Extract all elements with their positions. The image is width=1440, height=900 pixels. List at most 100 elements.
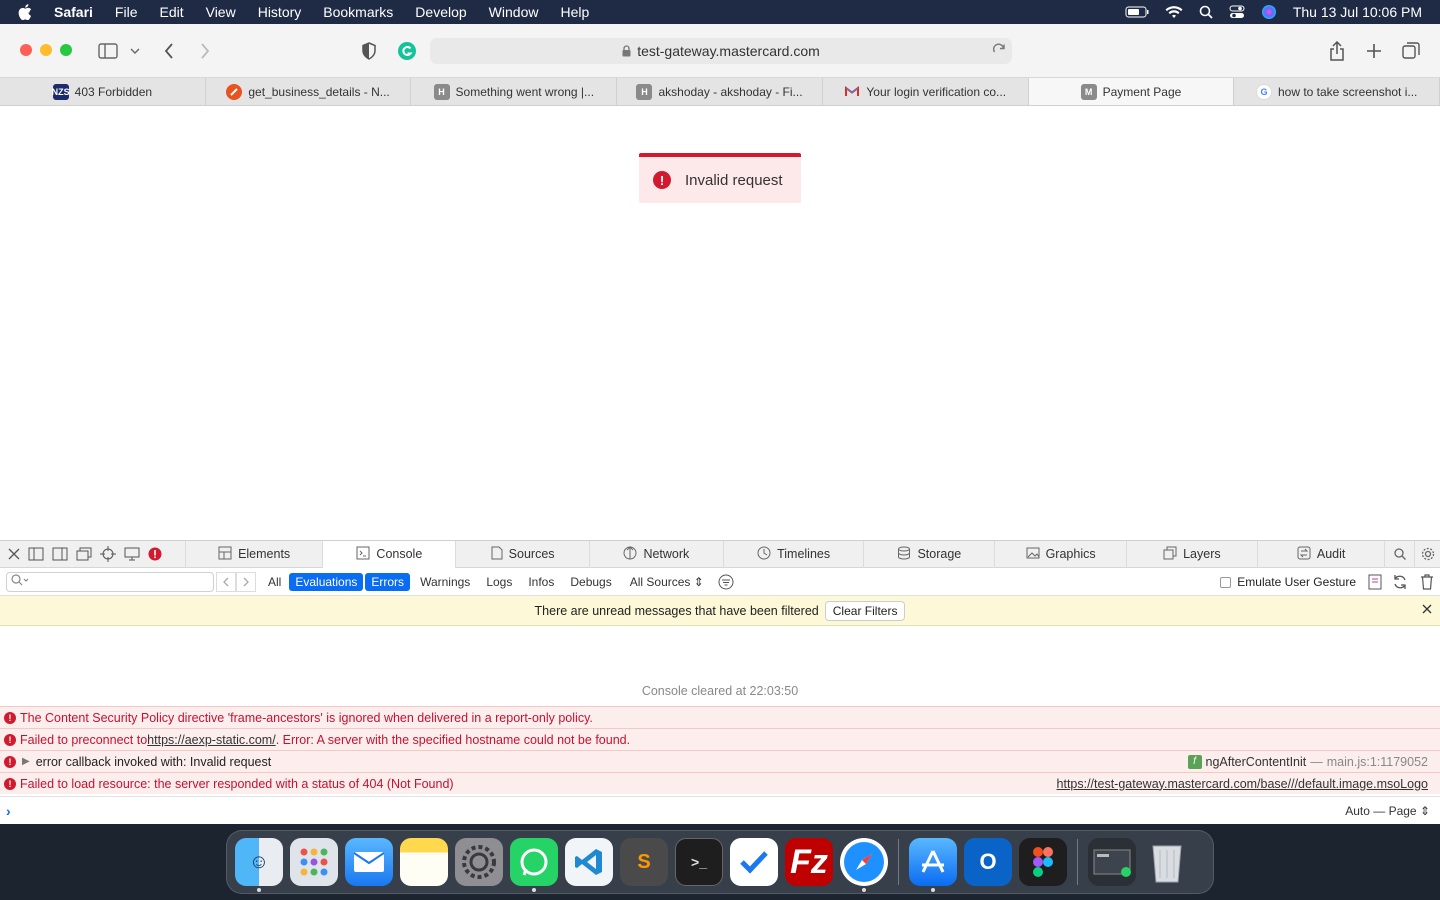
finder-icon[interactable]: ☺: [235, 838, 283, 892]
notes-icon[interactable]: [400, 838, 448, 886]
browser-tab[interactable]: Your login verification co...: [823, 78, 1029, 105]
control-center-icon[interactable]: [1229, 5, 1245, 19]
system-settings-icon[interactable]: [455, 838, 503, 886]
refresh-icon[interactable]: [1392, 574, 1408, 593]
filter-errors[interactable]: Errors: [365, 572, 411, 591]
app-store-icon[interactable]: [909, 838, 957, 892]
menu-history[interactable]: History: [258, 4, 302, 20]
element-picker-icon[interactable]: [100, 546, 116, 562]
reload-icon[interactable]: [992, 43, 1006, 60]
spotlight-search-icon[interactable]: [1199, 5, 1213, 19]
browser-tab[interactable]: H akshoday - akshoday - Fi...: [617, 78, 823, 105]
expand-triangle-icon[interactable]: ▶: [22, 756, 30, 767]
filter-evaluations[interactable]: Evaluations: [289, 572, 364, 591]
evaluate-icon[interactable]: [1368, 574, 1382, 593]
browser-tab[interactable]: G how to take screenshot i...: [1234, 78, 1440, 105]
browser-tab[interactable]: H Something went wrong |...: [411, 78, 618, 105]
privacy-shield-icon[interactable]: [358, 39, 380, 63]
wifi-icon[interactable]: [1165, 5, 1183, 19]
close-icon[interactable]: [1422, 603, 1432, 617]
tab-timelines[interactable]: Timelines: [722, 540, 863, 568]
dock-right-icon[interactable]: [52, 547, 68, 561]
tab-overview-icon[interactable]: [1400, 39, 1422, 63]
zoom-window-button[interactable]: [60, 44, 72, 56]
vscode-icon[interactable]: [565, 838, 613, 886]
minimize-window-button[interactable]: [40, 44, 52, 56]
share-icon[interactable]: [1326, 39, 1348, 63]
close-devtools-icon[interactable]: [8, 548, 20, 560]
menu-app-name[interactable]: Safari: [54, 4, 93, 20]
clear-console-icon[interactable]: [1420, 574, 1434, 593]
menu-view[interactable]: View: [206, 4, 236, 20]
console-message-link[interactable]: https://aexp-static.com/: [147, 733, 276, 747]
tab-audit[interactable]: Audit: [1257, 540, 1384, 568]
dock-bottom-icon[interactable]: [28, 547, 44, 561]
filter-warnings[interactable]: Warnings: [414, 573, 476, 591]
console-error-row[interactable]: ! Failed to preconnect to https://aexp-s…: [0, 728, 1440, 750]
tab-console[interactable]: Console: [322, 540, 456, 568]
menu-help[interactable]: Help: [560, 4, 589, 20]
browser-tab[interactable]: NZS 403 Forbidden: [0, 78, 206, 105]
tab-sources[interactable]: Sources: [455, 540, 588, 568]
execution-context-select[interactable]: Auto — Page ⇕: [1345, 804, 1430, 818]
trash-icon[interactable]: [1143, 838, 1191, 886]
console-error-row[interactable]: ! ▶ error callback invoked with: Invalid…: [0, 750, 1440, 772]
console-message-source[interactable]: f ngAfterContentInit — main.js:1:1179052: [1187, 754, 1428, 769]
tab-network[interactable]: Network: [588, 540, 723, 568]
address-bar[interactable]: test-gateway.mastercard.com: [430, 38, 1012, 64]
sources-select[interactable]: All Sources ⇕: [624, 573, 710, 591]
new-tab-icon[interactable]: [1363, 39, 1385, 63]
menu-edit[interactable]: Edit: [159, 4, 183, 20]
clear-filters-button[interactable]: Clear Filters: [824, 600, 906, 621]
menu-file[interactable]: File: [115, 4, 138, 20]
filter-options-icon[interactable]: [718, 574, 734, 590]
devtools-settings-icon[interactable]: [1414, 540, 1440, 568]
mail-icon[interactable]: [345, 838, 393, 886]
back-button[interactable]: [160, 39, 178, 63]
console-error-row[interactable]: ! The Content Security Policy directive …: [0, 706, 1440, 728]
filter-infos[interactable]: Infos: [522, 573, 560, 591]
battery-icon[interactable]: [1125, 6, 1149, 18]
console-filter-input[interactable]: [6, 571, 214, 592]
chevron-down-icon[interactable]: [128, 39, 142, 63]
tab-layers[interactable]: Layers: [1125, 540, 1257, 568]
menu-develop[interactable]: Develop: [415, 4, 466, 20]
menu-window[interactable]: Window: [489, 4, 539, 20]
whatsapp-icon[interactable]: [510, 838, 558, 892]
safari-icon[interactable]: [840, 838, 888, 892]
filter-logs[interactable]: Logs: [480, 573, 518, 591]
next-match-button[interactable]: [236, 571, 256, 592]
undock-icon[interactable]: [76, 547, 92, 561]
forward-button[interactable]: [196, 39, 214, 63]
filezilla-icon[interactable]: Fz: [785, 838, 833, 886]
sidebar-toggle-icon[interactable]: [96, 39, 120, 63]
grammarly-extension-icon[interactable]: [396, 39, 418, 63]
previous-match-button[interactable]: [216, 571, 236, 592]
tab-storage[interactable]: Storage: [863, 540, 994, 568]
close-window-button[interactable]: [20, 44, 32, 56]
console-message-source[interactable]: https://test-gateway.mastercard.com/base…: [1057, 777, 1428, 791]
console-error-row[interactable]: ! Failed to load resource: the server re…: [0, 772, 1440, 794]
console-prompt[interactable]: › Auto — Page ⇕: [0, 796, 1440, 824]
terminal-icon[interactable]: >_: [675, 838, 723, 886]
devtools-search-icon[interactable]: [1384, 540, 1414, 568]
browser-tab[interactable]: get_business_details - N...: [206, 78, 412, 105]
emulate-user-gesture[interactable]: Emulate User Gesture: [1220, 575, 1356, 589]
menu-clock[interactable]: Thu 13 Jul 10:06 PM: [1293, 4, 1422, 20]
launchpad-icon[interactable]: [290, 838, 338, 886]
source-link[interactable]: https://test-gateway.mastercard.com/base…: [1057, 777, 1428, 791]
screenshot-thumbnail-icon[interactable]: [1088, 838, 1136, 886]
emulate-user-gesture-checkbox[interactable]: [1220, 576, 1232, 588]
tab-graphics[interactable]: Graphics: [994, 540, 1125, 568]
apple-menu-icon[interactable]: [18, 4, 34, 20]
tab-elements[interactable]: Elements: [185, 540, 322, 568]
siri-icon[interactable]: [1261, 4, 1277, 20]
outlook-icon[interactable]: O: [964, 838, 1012, 886]
sublime-text-icon[interactable]: S: [620, 838, 668, 886]
device-icon[interactable]: [124, 547, 140, 561]
error-count-icon[interactable]: [148, 547, 162, 561]
filter-debugs[interactable]: Debugs: [564, 573, 617, 591]
tasks-icon[interactable]: [730, 838, 778, 886]
filter-all[interactable]: All: [262, 573, 287, 591]
browser-tab-active[interactable]: M Payment Page: [1028, 78, 1235, 105]
